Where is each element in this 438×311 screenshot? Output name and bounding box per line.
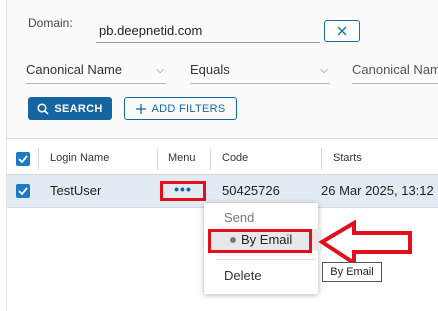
domain-label: Domain:: [28, 16, 73, 30]
chevron-down-icon: ⌵: [320, 65, 328, 76]
column-header-menu[interactable]: Menu: [168, 152, 196, 164]
row-menu-button[interactable]: •••: [160, 181, 206, 201]
column-divider: [321, 148, 322, 170]
column-header-login-name[interactable]: Login Name: [50, 152, 109, 164]
column-header-starts[interactable]: Starts: [333, 152, 362, 164]
tooltip: By Email: [322, 262, 382, 282]
search-icon: [37, 102, 49, 115]
search-button-label: SEARCH: [54, 102, 103, 115]
search-button[interactable]: SEARCH: [28, 97, 112, 120]
left-panel-edge: [0, 0, 7, 311]
table-header: Login Name Menu Code Starts: [6, 144, 438, 175]
code-cell: 50425726: [222, 183, 280, 198]
close-icon: [337, 26, 347, 36]
starts-cell: 26 Mar 2025, 13:12: [321, 183, 434, 198]
operator-select-value: Equals: [190, 62, 230, 77]
column-header-code[interactable]: Code: [222, 152, 248, 164]
login-name-cell: TestUser: [50, 183, 102, 198]
field-select[interactable]: Canonical Name ⌵: [26, 58, 166, 84]
select-all-checkbox[interactable]: [16, 152, 30, 166]
value-select-value: Canonical Nam: [352, 62, 438, 77]
menu-divider: [216, 259, 316, 260]
checkmark-icon: [18, 187, 28, 196]
column-divider: [210, 148, 211, 170]
clear-domain-button[interactable]: [324, 20, 360, 42]
pointer-arrow-icon: [318, 220, 412, 267]
value-select[interactable]: Canonical Nam: [352, 58, 438, 84]
field-select-value: Canonical Name: [26, 62, 123, 77]
column-divider: [38, 148, 39, 170]
operator-select[interactable]: Equals ⌵: [190, 58, 330, 84]
menu-section-send: Send: [224, 210, 255, 225]
menu-item-delete[interactable]: Delete: [224, 268, 262, 283]
add-filters-button[interactable]: ADD FILTERS: [124, 97, 237, 120]
row-checkbox[interactable]: [16, 184, 30, 198]
column-divider: [157, 148, 158, 170]
filter-panel: Domain: Canonical Name ⌵ Equals ⌵ Canoni…: [0, 0, 438, 139]
chevron-down-icon: ⌵: [156, 65, 164, 76]
add-filters-label: ADD FILTERS: [151, 102, 226, 115]
domain-input[interactable]: [96, 18, 320, 43]
highlight-box: [208, 229, 312, 253]
checkmark-icon: [18, 155, 28, 164]
plus-icon: [135, 103, 146, 114]
